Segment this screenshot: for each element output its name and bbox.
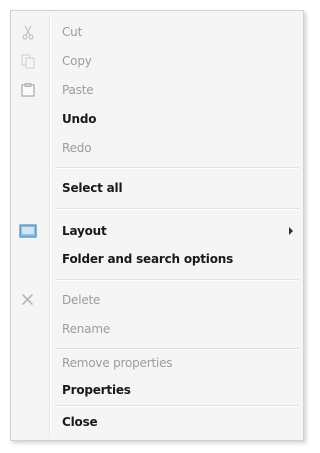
scissors-icon [17, 21, 39, 43]
menu-item-label: Rename [62, 322, 111, 336]
menu-separator [55, 167, 299, 169]
menu-item-close[interactable]: Close [13, 409, 301, 435]
menu-item-undo[interactable]: Undo [13, 106, 301, 132]
menu-item-redo[interactable]: Redo [13, 135, 301, 161]
menu-item-label: Delete [62, 293, 101, 307]
menu-item-label: Undo [62, 112, 97, 126]
menu-item-copy[interactable]: Copy [13, 48, 301, 74]
menu-item-label: Cut [62, 25, 83, 39]
menu-item-label: Layout [62, 224, 107, 238]
menu-item-properties[interactable]: Properties [13, 377, 301, 403]
menu-item-layout[interactable]: Layout [13, 218, 301, 244]
paste-icon [17, 79, 39, 101]
menu-separator [55, 405, 299, 407]
menu-item-paste[interactable]: Paste [13, 77, 301, 103]
context-menu: Cut Copy Paste Undo Redo Select all Layo… [10, 10, 304, 441]
menu-item-label: Paste [62, 83, 94, 97]
menu-item-label: Copy [62, 54, 92, 68]
menu-item-label: Properties [62, 383, 131, 397]
menu-item-rename[interactable]: Rename [13, 316, 301, 342]
submenu-arrow-icon [289, 227, 293, 235]
menu-separator [55, 208, 299, 210]
menu-separator [55, 279, 299, 281]
menu-item-remove-properties[interactable]: Remove properties [13, 350, 301, 376]
layout-icon [17, 220, 39, 242]
menu-item-delete[interactable]: Delete [13, 287, 301, 313]
menu-item-folder-search-options[interactable]: Folder and search options [13, 246, 301, 272]
menu-item-select-all[interactable]: Select all [13, 175, 301, 201]
copy-icon [17, 50, 39, 72]
menu-item-label: Folder and search options [62, 252, 234, 266]
menu-item-label: Close [62, 415, 98, 429]
menu-item-cut[interactable]: Cut [13, 19, 301, 45]
menu-item-label: Select all [62, 181, 123, 195]
delete-icon [17, 289, 39, 311]
menu-item-label: Remove properties [62, 356, 173, 370]
menu-item-label: Redo [62, 141, 92, 155]
